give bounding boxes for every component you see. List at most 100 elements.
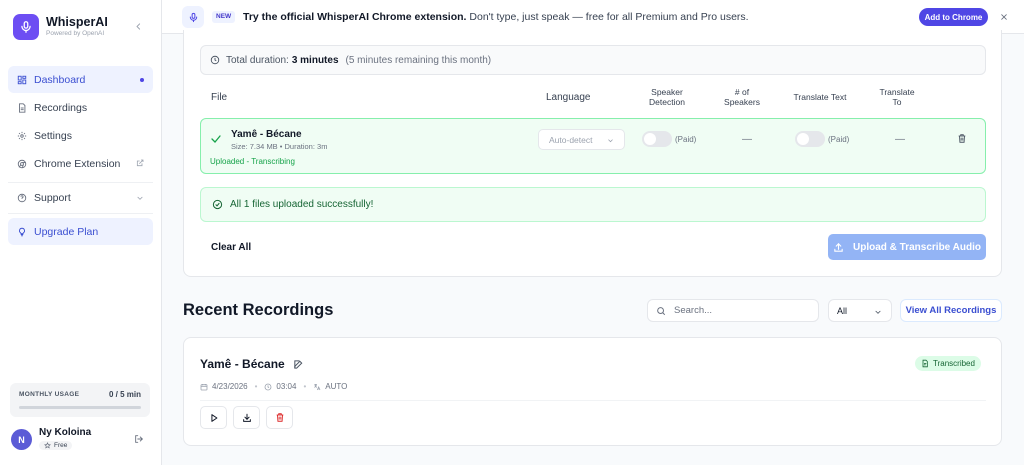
trash-icon: [275, 412, 285, 423]
recording-name: Yamê - Bécane: [200, 357, 285, 371]
speaker-detection-toggle[interactable]: [642, 131, 672, 147]
upload-icon: [833, 242, 844, 253]
trash-icon[interactable]: [957, 133, 967, 144]
user-name: Ny Koloina: [39, 427, 92, 438]
brand[interactable]: WhisperAI Powered by OpenAI: [13, 14, 108, 40]
upload-button-label: Upload & Transcribe Audio: [853, 241, 981, 253]
sidebar-item-label: Recordings: [34, 101, 88, 114]
file-row: Yamê - Bécane Size: 7.34 MB • Duration: …: [200, 118, 986, 174]
translate-icon: [313, 383, 321, 391]
search-icon: [656, 306, 666, 316]
microphone-logo-icon: [13, 14, 39, 40]
column-header-language: Language: [546, 92, 591, 103]
chevron-down-icon: [874, 308, 882, 316]
avatar: N: [11, 429, 32, 450]
file-meta: Size: 7.34 MB • Duration: 3m: [231, 142, 327, 151]
file-duration: • Duration: 3m: [279, 142, 328, 151]
user-profile[interactable]: N Ny Koloina Free: [11, 427, 91, 452]
banner-text: Try the official WhisperAI Chrome extens…: [243, 11, 749, 23]
gear-icon: [17, 131, 27, 141]
banner-headline: Try the official WhisperAI Chrome extens…: [243, 11, 467, 23]
divider: [200, 400, 986, 401]
search-box[interactable]: [647, 299, 819, 322]
chevron-left-icon[interactable]: [134, 22, 143, 31]
sidebar-item-chrome-extension[interactable]: Chrome Extension: [8, 150, 153, 177]
clock-icon: [210, 55, 220, 65]
filter-value: All: [837, 305, 848, 316]
banner-description: Don't type, just speak — free for all Pr…: [469, 11, 749, 23]
plan-badge: Free: [39, 441, 73, 450]
download-button[interactable]: [233, 406, 260, 429]
chrome-icon: [17, 159, 27, 169]
upload-success-message: All 1 files uploaded successfully!: [200, 187, 986, 222]
monthly-usage: MONTHLY USAGE 0 / 5 min: [10, 383, 150, 417]
clock-icon: [264, 383, 272, 391]
check-icon: [210, 133, 222, 145]
upload-transcribe-button[interactable]: Upload & Transcribe Audio: [828, 234, 986, 260]
sidebar-item-settings[interactable]: Settings: [8, 122, 153, 149]
total-duration: Total duration: 3 minutes (5 minutes rem…: [200, 45, 986, 75]
sidebar-item-recordings[interactable]: Recordings: [8, 94, 153, 121]
sidebar-item-support[interactable]: Support: [8, 184, 153, 211]
file-size: Size: 7.34 MB: [231, 142, 278, 151]
duration-value: 3 minutes: [291, 54, 339, 66]
view-all-recordings-button[interactable]: View All Recordings: [900, 299, 1002, 322]
recording-title: Yamê - Bécane: [200, 357, 304, 371]
close-icon[interactable]: [1000, 13, 1008, 21]
column-header-translate-text: Translate Text: [793, 92, 847, 102]
divider: [8, 182, 153, 183]
num-speakers-value: —: [742, 134, 752, 145]
column-header-translate-to: Translate To: [879, 87, 915, 107]
usage-value: 0 / 5 min: [108, 390, 141, 399]
clear-all-button[interactable]: Clear All: [211, 242, 251, 253]
language-select-value: Auto-detect: [549, 134, 593, 145]
document-check-icon: [921, 359, 929, 368]
language-select[interactable]: Auto-detect: [538, 129, 625, 150]
calendar-icon: [200, 383, 208, 391]
recording-language: AUTO: [325, 382, 348, 391]
divider: [8, 213, 153, 214]
column-header-file: File: [211, 92, 228, 103]
file-name: Yamê - Bécane: [231, 129, 302, 140]
lightbulb-icon: [17, 227, 27, 237]
speaker-detection-paid: (Paid): [675, 135, 697, 144]
help-circle-icon: [17, 193, 27, 203]
download-icon: [242, 413, 252, 423]
play-button[interactable]: [200, 406, 227, 429]
brand-name: WhisperAI: [46, 15, 108, 29]
search-input[interactable]: [674, 305, 804, 316]
new-badge: NEW: [212, 11, 236, 23]
translate-text-paid: (Paid): [828, 135, 850, 144]
sidebar-item-label: Support: [34, 191, 71, 204]
logout-icon[interactable]: [134, 434, 144, 444]
sidebar-item-dashboard[interactable]: Dashboard: [8, 66, 153, 93]
status-badge: Transcribed: [915, 356, 981, 371]
column-header-speaker-detection: Speaker Detection: [649, 87, 685, 107]
star-icon: [44, 442, 51, 449]
usage-progress-bar: [19, 406, 141, 409]
recent-recordings-title: Recent Recordings: [183, 301, 334, 319]
chevron-down-icon: [607, 137, 614, 144]
translate-to-value: —: [895, 134, 905, 145]
promo-banner: NEW Try the official WhisperAI Chrome ex…: [162, 0, 1024, 34]
external-link-icon: [136, 159, 144, 167]
recording-meta: 4/23/2026 • 03:04 • AUTO: [200, 382, 347, 391]
duration-label: Total duration:: [226, 54, 289, 66]
recording-card[interactable]: Yamê - Bécane Transcribed 4/23/2026 • 03…: [183, 337, 1002, 446]
sidebar: WhisperAI Powered by OpenAI Dashboard Re…: [0, 0, 162, 465]
sidebar-item-label: Settings: [34, 129, 72, 142]
usage-label: MONTHLY USAGE: [19, 391, 80, 398]
recording-duration: 03:04: [276, 382, 297, 391]
delete-button[interactable]: [266, 406, 293, 429]
recording-date: 4/23/2026: [212, 382, 248, 391]
sidebar-item-upgrade-plan[interactable]: Upgrade Plan: [8, 218, 153, 245]
status-label: Transcribed: [933, 359, 975, 368]
add-to-chrome-button[interactable]: Add to Chrome: [919, 8, 988, 26]
translate-text-toggle[interactable]: [795, 131, 825, 147]
sidebar-item-label: Upgrade Plan: [34, 225, 99, 238]
status-filter-select[interactable]: All: [828, 299, 892, 322]
plan-label: Free: [54, 442, 68, 449]
edit-icon[interactable]: [293, 359, 304, 370]
brand-subtitle: Powered by OpenAI: [46, 30, 105, 37]
sidebar-item-label: Chrome Extension: [34, 157, 121, 170]
